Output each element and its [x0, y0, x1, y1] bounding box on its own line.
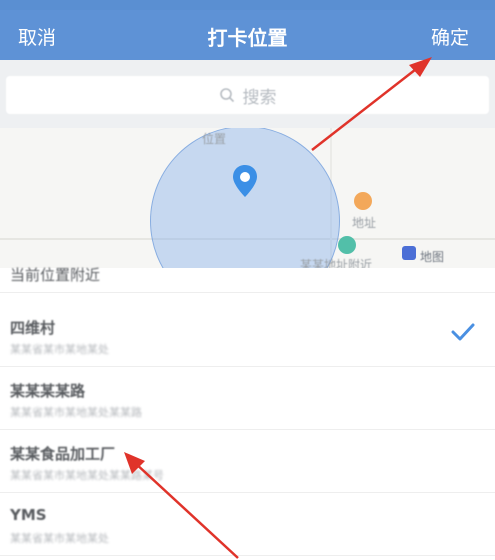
arrow-to-confirm: [311, 57, 432, 151]
annotation-arrows: [124, 57, 432, 559]
arrow-to-list-item: [124, 452, 239, 559]
